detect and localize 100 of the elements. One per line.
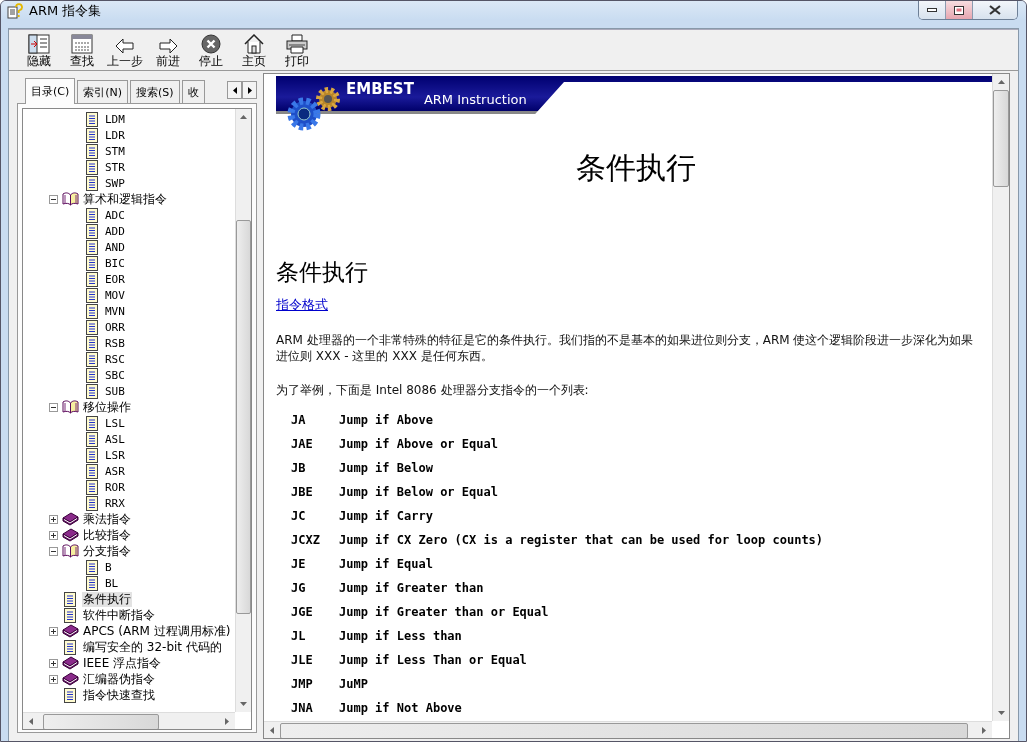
home-icon <box>242 34 265 54</box>
scroll-thumb[interactable] <box>236 220 251 614</box>
section-heading: 条件执行 <box>276 258 369 287</box>
mnemonic: JA <box>291 413 307 427</box>
tree-item[interactable]: ASR <box>104 463 126 479</box>
tree-item[interactable]: BIC <box>104 255 126 271</box>
tree-item[interactable]: LSR <box>104 447 126 463</box>
minimize-button[interactable] <box>919 1 945 19</box>
document-icon <box>86 463 98 479</box>
stop-icon <box>200 34 221 54</box>
tree-item[interactable]: SBC <box>104 367 126 383</box>
mnemonic: JE <box>291 557 307 571</box>
pane-tab[interactable]: 目录(C) <box>25 78 76 104</box>
toolbar-button[interactable]: 打印 <box>275 32 318 68</box>
maximize-button[interactable] <box>945 1 972 19</box>
instruction-description: Jump if Greater than or Equal <box>339 605 549 619</box>
toolbar-button[interactable]: 停止 <box>189 32 232 68</box>
pane-tab[interactable]: 索引(N) <box>77 80 129 103</box>
tree-item[interactable]: 汇编器伪指令 <box>82 671 156 687</box>
tree-item[interactable]: 软件中断指令 <box>82 607 156 623</box>
tree-item[interactable]: B <box>104 559 113 575</box>
tree-item[interactable]: LDM <box>104 111 126 127</box>
scroll-up-icon <box>997 80 1005 84</box>
document-icon <box>86 447 98 463</box>
tree-item[interactable]: 分支指令 <box>82 543 132 559</box>
toolbar-button[interactable]: 主页 <box>232 32 275 68</box>
tree-item[interactable]: APCS (ARM 过程调用标准) <box>82 623 232 639</box>
horizontal-scrollbar[interactable] <box>23 712 235 729</box>
tree-item[interactable]: BL <box>104 575 120 591</box>
tree-item[interactable]: 指令快速查找 <box>82 687 156 703</box>
tree-item[interactable]: 条件执行 <box>82 591 132 607</box>
tree-item[interactable]: 乘法指令 <box>82 511 132 527</box>
expand-toggle-icon[interactable] <box>48 530 58 540</box>
tree-item[interactable]: LDR <box>104 127 126 143</box>
mnemonic: JG <box>291 581 307 595</box>
document-icon <box>86 351 98 367</box>
tree-item[interactable]: SWP <box>104 175 126 191</box>
open-book-icon <box>61 400 79 414</box>
page-title: 条件执行 <box>575 149 697 187</box>
expand-toggle-icon[interactable] <box>48 674 58 684</box>
tree-item[interactable]: 比较指令 <box>82 527 132 543</box>
tab-scroll-right-button[interactable] <box>242 81 257 99</box>
tree-item[interactable]: IEEE 浮点指令 <box>82 655 163 671</box>
right-triangle-icon <box>247 86 252 94</box>
tree-item[interactable]: ADC <box>104 207 126 223</box>
scroll-thumb[interactable] <box>43 714 159 729</box>
pane-tab[interactable]: 收 <box>181 80 205 103</box>
tree-item[interactable]: RRX <box>104 495 126 511</box>
instruction-description: JuMP <box>339 677 368 691</box>
tree-item[interactable]: STR <box>104 159 126 175</box>
tree-item[interactable]: 移位操作 <box>82 399 132 415</box>
collapse-toggle-icon[interactable] <box>48 402 58 412</box>
tree-item[interactable]: ADD <box>104 223 126 239</box>
scroll-left-icon <box>270 726 274 734</box>
tree-item[interactable]: RSC <box>104 351 126 367</box>
document-icon <box>86 255 98 271</box>
toolbar-button[interactable]: 上一步 <box>103 32 146 68</box>
expand-toggle-icon[interactable] <box>48 658 58 668</box>
tree-item[interactable]: AND <box>104 239 126 255</box>
tree-item[interactable]: MOV <box>104 287 126 303</box>
toolbar-button[interactable]: 查找 <box>60 32 103 68</box>
tree-item[interactable]: ASL <box>104 431 126 447</box>
format-link[interactable]: 指令格式 <box>276 296 328 314</box>
tab-scroll-left-button[interactable] <box>227 81 242 99</box>
scroll-thumb[interactable] <box>993 90 1009 187</box>
document-icon <box>86 495 98 511</box>
expand-toggle-icon[interactable] <box>48 514 58 524</box>
hide-pane-icon <box>27 34 50 54</box>
toolbar-button[interactable]: 隐藏 <box>17 32 60 68</box>
tree-item[interactable]: 编写安全的 32-bit 代码的 <box>82 639 223 655</box>
horizontal-scrollbar[interactable] <box>264 721 992 738</box>
printer-icon <box>285 34 308 54</box>
close-button[interactable] <box>972 1 1017 19</box>
instruction-description: Jump if Above <box>339 413 433 427</box>
vertical-scrollbar[interactable] <box>235 109 251 712</box>
collapse-toggle-icon[interactable] <box>48 546 58 556</box>
help-app-icon <box>7 2 23 19</box>
tree-item[interactable]: EOR <box>104 271 126 287</box>
instruction-description: Jump if Not Above <box>339 701 462 715</box>
document-icon <box>86 239 98 255</box>
expand-toggle-icon[interactable] <box>48 626 58 636</box>
tree-item[interactable]: 算术和逻辑指令 <box>82 191 168 207</box>
document-icon <box>86 415 98 431</box>
pane-tab[interactable]: 搜索(S) <box>130 80 180 103</box>
closed-book-icon <box>61 656 79 670</box>
document-icon <box>86 303 98 319</box>
toolbar-button[interactable]: 前进 <box>146 32 189 68</box>
tree-item[interactable]: SUB <box>104 383 126 399</box>
tree-item[interactable]: ROR <box>104 479 126 495</box>
tree-item[interactable]: RSB <box>104 335 126 351</box>
closed-book-icon <box>61 624 79 638</box>
scroll-thumb[interactable] <box>280 723 968 738</box>
collapse-toggle-icon[interactable] <box>48 194 58 204</box>
tree-item[interactable]: LSL <box>104 415 126 431</box>
instruction-description: Jump if Greater than <box>339 581 484 595</box>
tree-item[interactable]: ORR <box>104 319 126 335</box>
tree-item[interactable]: STM <box>104 143 126 159</box>
tree-item[interactable]: MVN <box>104 303 126 319</box>
vertical-scrollbar[interactable] <box>992 74 1009 721</box>
instruction-description: Jump if Above or Equal <box>339 437 498 451</box>
